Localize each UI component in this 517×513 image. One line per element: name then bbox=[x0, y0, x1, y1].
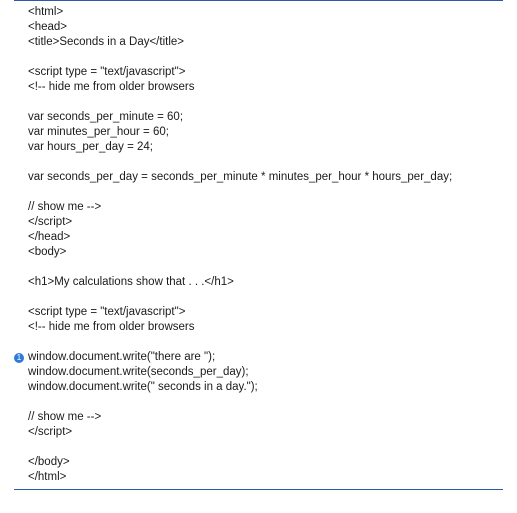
code-line: </html> bbox=[14, 470, 503, 485]
code-line: // show me --> bbox=[14, 410, 503, 425]
code-text: window.document.write(" seconds in a day… bbox=[28, 380, 503, 395]
code-line: var seconds_per_day = seconds_per_minute… bbox=[14, 170, 503, 185]
code-line bbox=[14, 260, 503, 275]
code-listing-container: <html><head><title>Seconds in a Day</tit… bbox=[0, 0, 517, 490]
code-line: <title>Seconds in a Day</title> bbox=[14, 35, 503, 50]
code-line: </script> bbox=[14, 215, 503, 230]
code-text: <title>Seconds in a Day</title> bbox=[28, 35, 503, 50]
code-text: <script type = "text/javascript"> bbox=[28, 65, 503, 80]
code-text: </html> bbox=[28, 470, 503, 485]
code-text: </body> bbox=[28, 455, 503, 470]
code-text: </script> bbox=[28, 425, 503, 440]
code-block: <html><head><title>Seconds in a Day</tit… bbox=[14, 5, 503, 485]
code-line bbox=[14, 95, 503, 110]
code-text: // show me --> bbox=[28, 200, 503, 215]
code-line bbox=[14, 290, 503, 305]
code-line: </script> bbox=[14, 425, 503, 440]
code-text: </head> bbox=[28, 230, 503, 245]
code-line: <!-- hide me from older browsers bbox=[14, 320, 503, 335]
code-line: var minutes_per_hour = 60; bbox=[14, 125, 503, 140]
code-line bbox=[14, 185, 503, 200]
code-line: 1 window.document.write("there are "); bbox=[14, 350, 503, 365]
code-line: <script type = "text/javascript"> bbox=[14, 305, 503, 320]
top-rule bbox=[14, 0, 503, 1]
code-text: </script> bbox=[28, 215, 503, 230]
code-line: <!-- hide me from older browsers bbox=[14, 80, 503, 95]
code-text: <head> bbox=[28, 20, 503, 35]
code-line: var hours_per_day = 24; bbox=[14, 140, 503, 155]
code-line bbox=[14, 50, 503, 65]
code-text: var minutes_per_hour = 60; bbox=[28, 125, 503, 140]
code-line: window.document.write(seconds_per_day); bbox=[14, 365, 503, 380]
code-text: window.document.write(seconds_per_day); bbox=[28, 365, 503, 380]
code-line: <head> bbox=[14, 20, 503, 35]
code-line: <html> bbox=[14, 5, 503, 20]
code-line: </body> bbox=[14, 455, 503, 470]
code-text: <!-- hide me from older browsers bbox=[28, 80, 503, 95]
code-text: // show me --> bbox=[28, 410, 503, 425]
code-line bbox=[14, 335, 503, 350]
code-line: // show me --> bbox=[14, 200, 503, 215]
code-line bbox=[14, 395, 503, 410]
code-line: <script type = "text/javascript"> bbox=[14, 65, 503, 80]
code-line bbox=[14, 440, 503, 455]
code-text: <h1>My calculations show that . . .</h1> bbox=[28, 275, 503, 290]
code-text: var hours_per_day = 24; bbox=[28, 140, 503, 155]
code-text: <html> bbox=[28, 5, 503, 20]
code-line: var seconds_per_minute = 60; bbox=[14, 110, 503, 125]
code-text: <script type = "text/javascript"> bbox=[28, 305, 503, 320]
code-line: window.document.write(" seconds in a day… bbox=[14, 380, 503, 395]
code-text: var seconds_per_minute = 60; bbox=[28, 110, 503, 125]
code-text: <!-- hide me from older browsers bbox=[28, 320, 503, 335]
code-text: var seconds_per_day = seconds_per_minute… bbox=[28, 170, 503, 185]
code-line: <body> bbox=[14, 245, 503, 260]
gutter: 1 bbox=[14, 350, 28, 365]
code-line bbox=[14, 155, 503, 170]
code-line: <h1>My calculations show that . . .</h1> bbox=[14, 275, 503, 290]
code-line: </head> bbox=[14, 230, 503, 245]
bottom-rule bbox=[14, 489, 503, 490]
code-text: <body> bbox=[28, 245, 503, 260]
code-text: window.document.write("there are "); bbox=[28, 350, 503, 365]
callout-icon: 1 bbox=[14, 353, 24, 363]
